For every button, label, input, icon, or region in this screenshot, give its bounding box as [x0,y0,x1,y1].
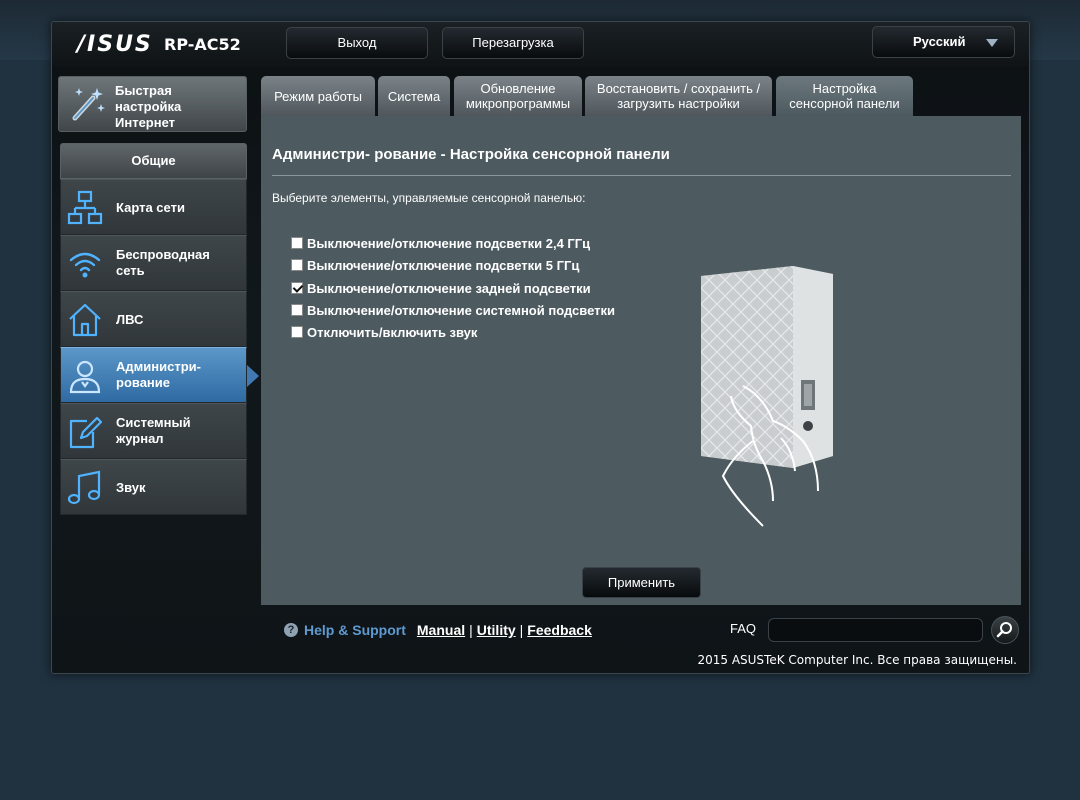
copyright-text: 2015 ASUSTeK Computer Inc. Все права защ… [697,653,1017,667]
admin-user-icon [69,360,101,394]
language-select[interactable]: Русский [872,26,1015,58]
separator: | [519,622,524,638]
help-support-label: Help & Support [304,622,406,638]
model-name: RP-AC52 [164,35,241,54]
sidebar-item-label: Карта сети [116,200,185,215]
help-support-bar: ? Help & Support Manual | Utility | Feed… [284,622,592,638]
sidebar-item-system-log[interactable]: Системный журнал [60,403,247,459]
sidebar-item-label: ЛВС [116,312,144,327]
option-row: Выключение/отключение подсветки 5 ГГц [291,256,579,274]
option-checkbox[interactable] [291,282,303,294]
apply-button[interactable]: Применить [582,567,701,598]
search-icon [996,622,1012,638]
faq-search-button[interactable] [991,616,1019,644]
option-checkbox[interactable] [291,304,303,316]
sidebar-item-administration[interactable]: Администри- рование [60,347,247,403]
tab-restore-save-settings[interactable]: Восстановить / сохранить / загрузить нас… [585,76,772,116]
header-bar: /ISUS RP-AC52 Выход Перезагрузка Русский [52,22,1029,67]
option-label: Отключить/включить звук [307,324,478,340]
tab-touch-panel-settings[interactable]: Настройка сенсорной панели [776,76,913,116]
tab-firmware-upgrade[interactable]: Обновление микропрограммы [454,76,582,116]
page-description: Выберите элементы, управляемые сенсорной… [272,191,586,205]
option-label: Выключение/отключение системной подсветк… [307,302,616,318]
language-value: Русский [913,34,966,49]
sidebar-item-label: Беспроводная сеть [116,247,210,278]
log-edit-icon [69,416,103,449]
option-row: Выключение/отключение задней подсветки [291,279,591,297]
option-row: Отключить/включить звук [291,323,477,341]
utility-link[interactable]: Utility [477,622,516,638]
wifi-icon [69,252,101,278]
magic-wand-icon [72,88,105,121]
sidebar-section-title: Общие [60,143,247,179]
music-note-icon [67,470,101,505]
sidebar-item-wireless[interactable]: Беспроводная сеть [60,235,247,291]
quick-internet-setup-button[interactable]: Быстрая настройка Интернет [58,76,247,132]
sidebar-item-network-map[interactable]: Карта сети [60,179,247,235]
option-checkbox[interactable] [291,326,303,338]
option-label: Выключение/отключение подсветки 2,4 ГГц [307,235,591,251]
chevron-down-icon [986,39,998,47]
sidebar-item-sound[interactable]: Звук [60,459,247,515]
page-title: Администри- рование - Настройка сенсорно… [272,146,670,163]
feedback-link[interactable]: Feedback [527,622,592,638]
option-row: Выключение/отключение системной подсветк… [291,301,615,319]
active-item-pointer [247,365,259,387]
option-checkbox[interactable] [291,237,303,249]
option-checkbox[interactable] [291,259,303,271]
quick-setup-label: Быстрая настройка Интернет [115,83,182,130]
router-admin-window: /ISUS RP-AC52 Выход Перезагрузка Русский… [51,21,1030,674]
help-icon: ? [284,623,298,637]
faq-label: FAQ [730,621,757,636]
repeater-touch-illustration [701,266,833,527]
option-label: Выключение/отключение задней подсветки [307,280,591,296]
manual-link[interactable]: Manual [417,622,465,638]
separator: | [469,622,473,638]
asus-logo: /ISUS [77,32,153,57]
sidebar-item-label: Звук [116,480,146,495]
option-label: Выключение/отключение подсветки 5 ГГц [307,257,580,273]
sidebar-item-label: Системный журнал [116,415,191,446]
faq-search-input[interactable] [768,618,983,642]
title-divider [272,175,1011,176]
reboot-button[interactable]: Перезагрузка [442,27,584,59]
tab-system[interactable]: Система [378,76,450,116]
network-map-icon [67,190,103,225]
tab-operation-mode[interactable]: Режим работы [261,76,375,116]
content-panel: Администри- рование - Настройка сенсорно… [261,116,1021,605]
sidebar-item-label: Администри- рование [116,359,201,390]
logout-button[interactable]: Выход [286,27,428,59]
sidebar-item-lan[interactable]: ЛВС [60,291,247,347]
option-row: Выключение/отключение подсветки 2,4 ГГц [291,234,590,252]
home-icon [69,303,101,337]
